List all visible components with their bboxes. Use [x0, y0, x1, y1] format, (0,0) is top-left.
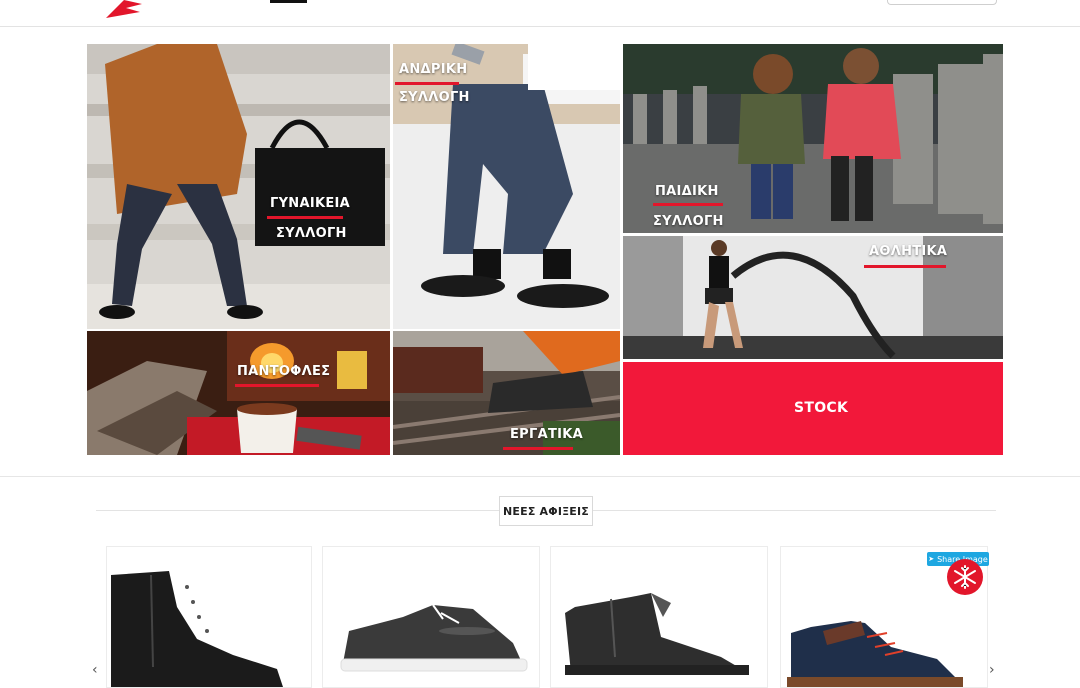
women-label-underline	[267, 216, 343, 219]
work-image	[393, 331, 620, 455]
kids-label-underline	[653, 203, 723, 206]
sports-label-underline	[864, 265, 946, 268]
slippers-label-underline	[235, 384, 319, 387]
women-collection-image	[87, 44, 390, 329]
product-card[interactable]	[550, 546, 768, 688]
men-label-line2: ΣΥΛΛΟΓΗ	[399, 90, 470, 105]
stock-label: STOCK	[794, 400, 849, 416]
product-image-boot-black	[111, 571, 283, 687]
men-collection-image	[393, 44, 620, 329]
kids-label-line1: ΠΑΙΔΙΚΗ	[655, 184, 719, 199]
share-icon: ➤	[928, 555, 935, 563]
carousel-prev-arrow[interactable]: ‹	[92, 662, 98, 678]
header-search-box[interactable]	[887, 0, 997, 5]
product-image-sneaker-grey	[340, 604, 528, 672]
tile-slippers[interactable]: ΠΑΝΤΟΦΛΕΣ	[87, 331, 390, 455]
product-card[interactable]	[106, 546, 312, 688]
slippers-image	[87, 331, 390, 455]
tile-sports[interactable]: ΑΘΛΗΤΙΚΑ	[623, 236, 1003, 359]
section-divider	[0, 476, 1080, 477]
tile-stock[interactable]: STOCK	[623, 362, 1003, 455]
product-card[interactable]	[322, 546, 540, 688]
tile-men-collection[interactable]: ΑΝΔΡΙΚΗ ΣΥΛΛΟΓΗ	[393, 44, 620, 329]
work-label-underline	[503, 447, 573, 450]
kids-label-line2: ΣΥΛΛΟΓΗ	[653, 214, 724, 229]
men-label-line1: ΑΝΔΡΙΚΗ	[399, 62, 468, 77]
tile-kids-collection[interactable]: ΠΑΙΔΙΚΗ ΣΥΛΛΟΓΗ	[623, 44, 1003, 233]
snowflake-badge-icon	[947, 559, 983, 595]
product-image-sneaker-black	[565, 593, 749, 675]
women-label-line2: ΣΥΛΛΟΓΗ	[276, 226, 347, 241]
site-header	[0, 0, 1080, 27]
women-label-line1: ΓΥΝΑΙΚΕΙΑ	[270, 196, 351, 211]
new-arrivals-title: ΝΕΕΣ ΑΦΙΞΕΙΣ	[499, 496, 593, 526]
men-label-underline	[395, 82, 459, 85]
tile-women-collection[interactable]: ΓΥΝΑΙΚΕΙΑ ΣΥΛΛΟΓΗ	[87, 44, 390, 329]
carousel-next-arrow[interactable]: ›	[989, 662, 995, 678]
brand-logo[interactable]	[104, 0, 144, 20]
tile-work[interactable]: ΕΡΓΑΤΙΚΑ	[393, 331, 620, 455]
work-label: ΕΡΓΑΤΙΚΑ	[510, 427, 583, 442]
nav-active-indicator	[270, 0, 307, 3]
slippers-label: ΠΑΝΤΟΦΛΕΣ	[237, 364, 331, 379]
sports-label: ΑΘΛΗΤΙΚΑ	[869, 244, 948, 259]
